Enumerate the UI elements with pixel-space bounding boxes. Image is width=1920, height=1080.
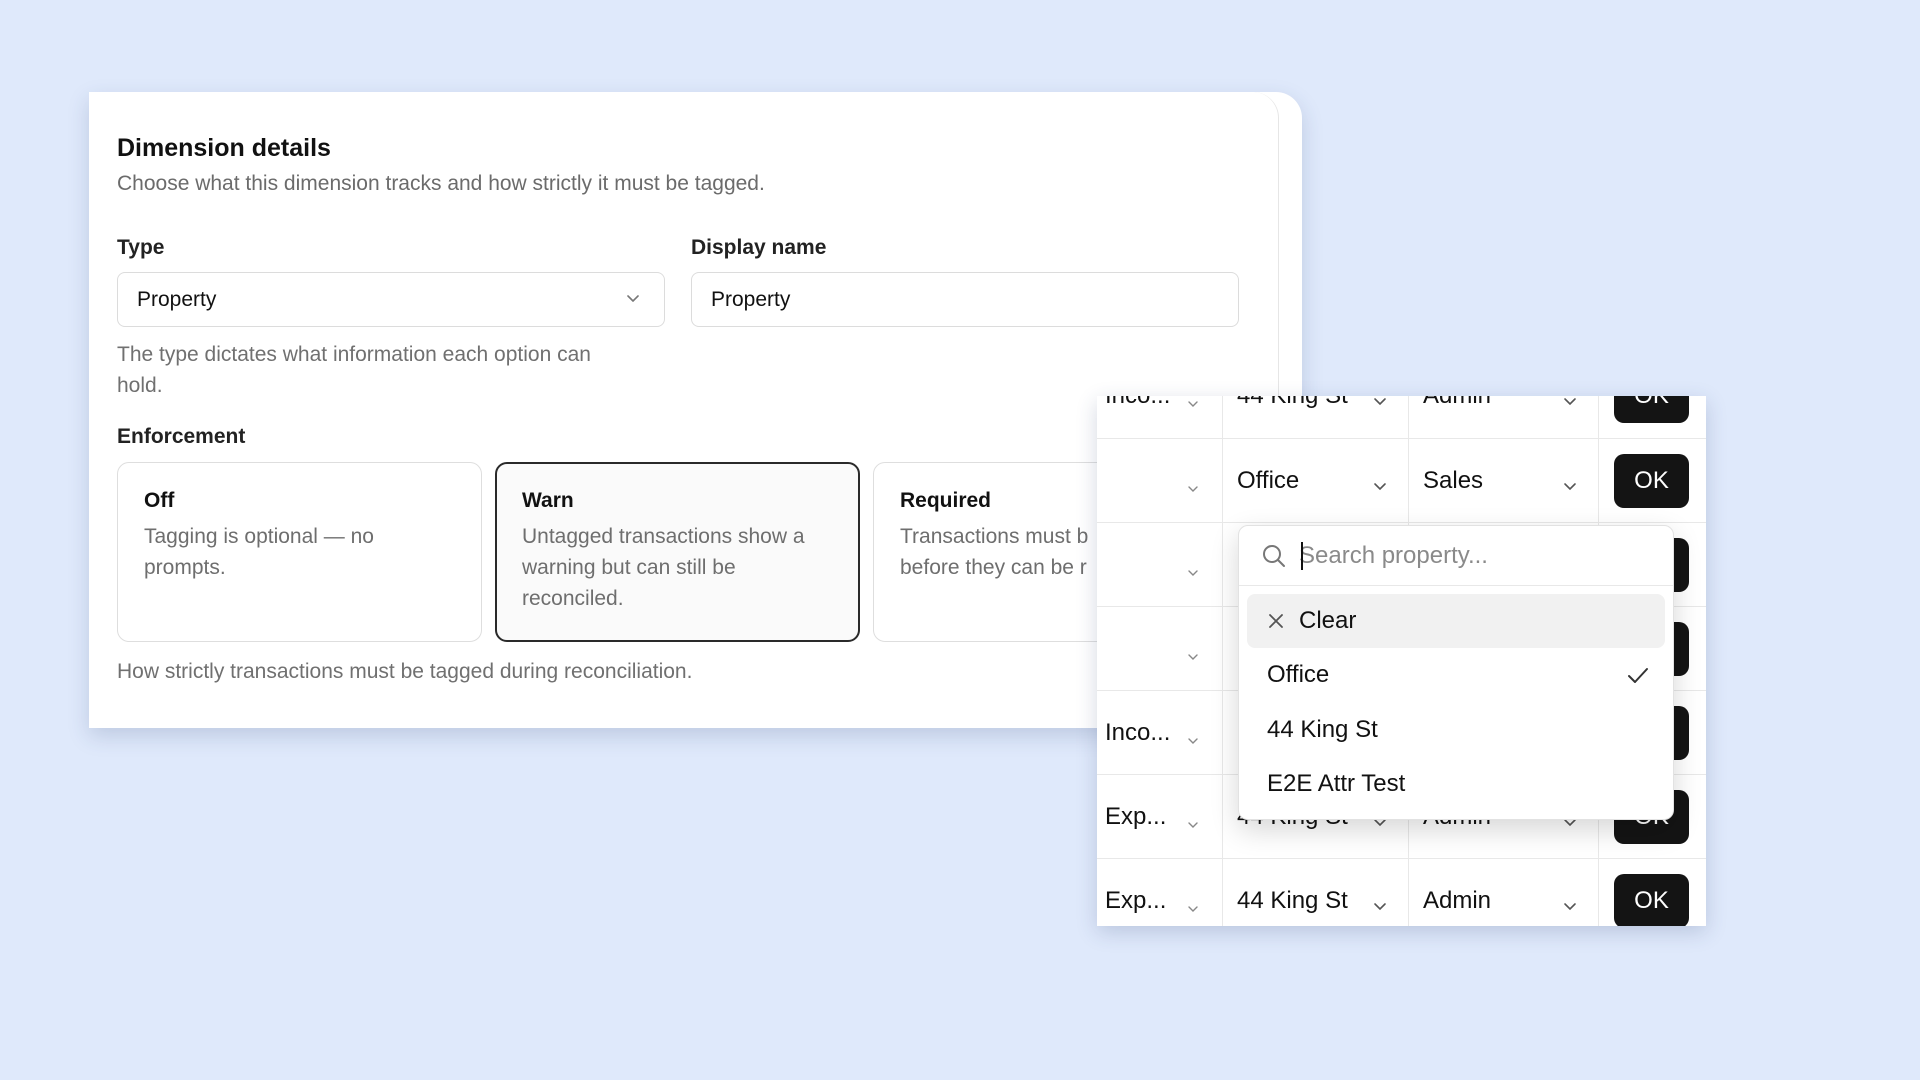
property-value: 44 King St — [1237, 887, 1348, 914]
chevron-down-icon — [1186, 727, 1200, 755]
option-description-line: warning but can still be — [522, 556, 736, 579]
account-select[interactable]: Inco... — [1097, 691, 1223, 775]
type-helper-line: hold. — [117, 374, 163, 397]
chevron-down-icon — [1372, 396, 1388, 416]
card-title: Dimension details — [117, 134, 331, 162]
table-row: Inco... 44 King St Admin OK — [1097, 396, 1706, 438]
enforcement-label: Enforcement — [117, 425, 246, 448]
ok-button[interactable]: OK — [1614, 396, 1689, 423]
action-cell: OK — [1599, 396, 1706, 438]
dropdown-option-44-king-st[interactable]: 44 King St — [1247, 703, 1665, 757]
dropdown-option-office[interactable]: Office — [1247, 648, 1665, 702]
chevron-down-icon — [1562, 396, 1578, 416]
chevron-down-icon — [1186, 811, 1200, 839]
table-row: Exp... 44 King St Admin OK — [1097, 858, 1706, 926]
action-cell: OK — [1599, 439, 1706, 523]
chevron-down-icon — [1186, 643, 1200, 671]
team-value: Admin — [1423, 887, 1492, 914]
chevron-down-icon — [1372, 893, 1388, 921]
account-value: Exp... — [1105, 887, 1167, 914]
option-title: Warn — [522, 489, 574, 512]
team-value: Admin — [1423, 396, 1491, 410]
clear-label: Clear — [1299, 607, 1357, 634]
option-description: Untagged transactions show a warning but… — [522, 521, 833, 614]
text-caret — [1301, 542, 1303, 570]
team-select[interactable]: Admin — [1409, 396, 1599, 438]
account-select[interactable] — [1097, 607, 1223, 691]
type-select[interactable]: Property — [117, 272, 665, 327]
option-description: Tagging is optional — no prompts. — [144, 521, 455, 583]
property-search-input[interactable] — [1299, 538, 1649, 574]
chevron-down-icon — [1562, 473, 1578, 501]
account-value: Inco... — [1105, 396, 1170, 410]
option-description-line: Untagged transactions show a — [522, 525, 805, 548]
account-select[interactable]: Exp... — [1097, 859, 1223, 926]
option-label: Office — [1267, 661, 1330, 688]
option-title: Off — [144, 489, 175, 512]
property-value: Office — [1237, 467, 1300, 494]
enforcement-option-warn[interactable]: Warn Untagged transactions show a warnin… — [495, 462, 860, 642]
account-value: Exp... — [1105, 803, 1167, 830]
chevron-down-icon — [1372, 473, 1388, 501]
account-value: Inco... — [1105, 719, 1171, 746]
chevron-down-icon — [1186, 559, 1200, 587]
chevron-down-icon — [1186, 895, 1200, 923]
action-cell: OK — [1599, 859, 1706, 926]
dropdown-option-e2e-attr-test[interactable]: E2E Attr Test — [1247, 757, 1665, 811]
clear-option[interactable]: Clear — [1247, 594, 1665, 648]
account-select[interactable] — [1097, 523, 1223, 607]
chevron-down-icon — [624, 289, 642, 313]
property-dropdown: Clear Office 44 King St E2E Attr Test — [1238, 525, 1674, 820]
account-select[interactable] — [1097, 439, 1223, 523]
property-select[interactable]: Office — [1223, 439, 1409, 523]
option-label: E2E Attr Test — [1267, 770, 1406, 797]
check-icon — [1627, 665, 1649, 693]
type-helper-text: The type dictates what information each … — [117, 339, 591, 401]
option-description-line: prompts. — [144, 556, 226, 579]
close-icon — [1267, 612, 1285, 630]
chevron-down-icon — [1186, 475, 1200, 503]
display-name-value: Property — [711, 287, 791, 311]
ok-button[interactable]: OK — [1614, 454, 1689, 508]
team-value: Sales — [1423, 467, 1484, 494]
option-description-line: Tagging is optional — no — [144, 525, 374, 548]
type-select-value: Property — [137, 287, 217, 311]
option-label: 44 King St — [1267, 716, 1378, 743]
team-select[interactable]: Sales — [1409, 439, 1599, 523]
team-select[interactable]: Admin — [1409, 859, 1599, 926]
property-value: 44 King St — [1237, 396, 1348, 410]
account-select[interactable]: Inco... — [1097, 396, 1223, 438]
dropdown-search — [1239, 526, 1673, 586]
table-row: Office Sales OK — [1097, 438, 1706, 523]
property-select[interactable]: 44 King St — [1223, 396, 1409, 438]
enforcement-helper-text: How strictly transactions must be tagged… — [117, 660, 693, 683]
account-select[interactable]: Exp... — [1097, 775, 1223, 859]
display-name-label: Display name — [691, 236, 827, 259]
enforcement-option-off[interactable]: Off Tagging is optional — no prompts. — [117, 462, 482, 642]
search-icon — [1261, 543, 1287, 574]
type-label: Type — [117, 236, 165, 259]
option-description-line: reconciled. — [522, 587, 624, 610]
display-name-input[interactable]: Property — [691, 272, 1239, 327]
card-subtitle: Choose what this dimension tracks and ho… — [117, 172, 765, 195]
chevron-down-icon — [1562, 893, 1578, 921]
type-helper-line: The type dictates what information each … — [117, 343, 591, 366]
chevron-down-icon — [1186, 396, 1200, 418]
ok-button[interactable]: OK — [1614, 874, 1689, 926]
property-select[interactable]: 44 King St — [1223, 859, 1409, 926]
